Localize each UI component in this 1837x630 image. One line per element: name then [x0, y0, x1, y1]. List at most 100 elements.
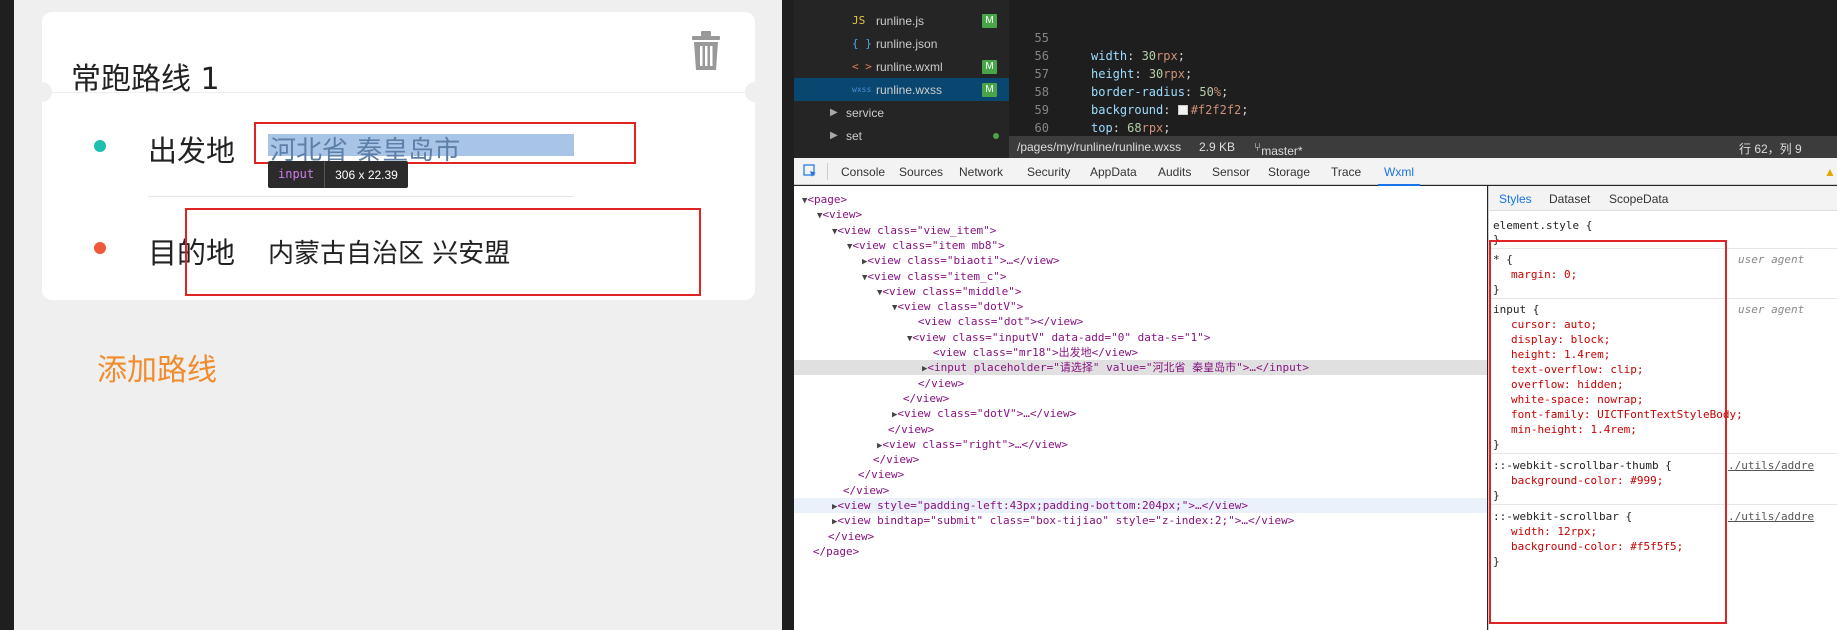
add-route-button[interactable]: 添加路线: [97, 345, 217, 389]
git-branch[interactable]: ⑂ master*: [1254, 140, 1303, 158]
tab-sensor[interactable]: Sensor: [1212, 165, 1250, 179]
inspect-element-icon[interactable]: [803, 164, 817, 178]
cursor-position: 行 62，列 9: [1739, 142, 1802, 156]
dom-node[interactable]: ▼<view>: [794, 207, 1487, 222]
annotation-box-destination: [185, 208, 701, 296]
git-status-dot: [993, 132, 999, 139]
file-item-runline-js[interactable]: JS runline.js M: [794, 9, 1009, 32]
dom-node-text: </view>: [902, 391, 950, 405]
file-item-runline-wxml[interactable]: < > runline.wxml M: [794, 55, 1009, 78]
dom-node-text: </view>: [872, 453, 920, 467]
code-line: 59 top: 68rpx;: [1009, 83, 1171, 135]
css-property: top: [1091, 121, 1113, 135]
rule-source: user agent: [1738, 303, 1805, 316]
folder-item-set[interactable]: ▶ set: [794, 124, 1009, 147]
css-unit: rpx: [1141, 121, 1164, 135]
dom-node[interactable]: ▼<view class="item_c">: [794, 269, 1487, 284]
dom-indent: [794, 208, 817, 221]
dom-node-selected[interactable]: ▶<input placeholder="请选择" value="河北省 秦皇岛…: [794, 360, 1487, 376]
dom-node[interactable]: <view class="mr18">出发地</view>: [794, 345, 1487, 360]
css-property: height: [1091, 67, 1135, 81]
code-line: 56 height: 30rpx;: [1009, 29, 1193, 81]
tab-wxml[interactable]: Wxml: [1378, 165, 1420, 186]
tab-dataset[interactable]: Dataset: [1549, 192, 1590, 206]
css-property: border-radius: [1091, 85, 1185, 99]
css-punct: ;: [1241, 103, 1249, 117]
dom-node[interactable]: ▶<view bindtap="submit" class="box-tijia…: [794, 513, 1487, 528]
dom-node-text: <view class="right">…</view>: [882, 437, 1068, 451]
dom-node[interactable]: </view>: [794, 467, 1487, 482]
annotation-box-origin: [254, 122, 636, 164]
code-line: 58 background: #f2f2f2;: [1009, 65, 1249, 117]
rule-source-link[interactable]: ./utils/addre: [1728, 458, 1814, 473]
css-property: background: [1091, 103, 1164, 117]
trash-icon[interactable]: [688, 30, 724, 72]
dom-node[interactable]: ▼<view class="inputV" data-add="0" data-…: [794, 330, 1487, 345]
code-line: 57 border-radius: 50%;: [1009, 47, 1229, 99]
origin-dot: [94, 140, 106, 152]
dom-indent: [794, 361, 922, 374]
file-name: runline.json: [876, 36, 938, 51]
rule-source-link[interactable]: ./utils/addre: [1728, 509, 1814, 524]
dom-node[interactable]: </page>: [794, 544, 1487, 559]
tooltip-size: 306 x 22.39: [335, 167, 398, 182]
dom-node[interactable]: ▶<view class="biaoti">…</view>: [794, 253, 1487, 268]
tab-trace[interactable]: Trace: [1331, 165, 1361, 179]
tab-security[interactable]: Security: [1027, 165, 1070, 179]
file-item-runline-json[interactable]: { } runline.json: [794, 32, 1009, 55]
simulator-pane: 常跑路线 1 出发地 河北省 秦皇岛市 input 306 x 22.39 目的…: [0, 0, 794, 630]
dom-node-text: <view class="biaoti">…</view>: [867, 254, 1060, 268]
color-swatch-icon: [1177, 105, 1188, 115]
tab-console[interactable]: Console: [841, 165, 885, 179]
dom-indent: [794, 438, 877, 451]
dom-node[interactable]: ▼<page>: [794, 192, 1487, 207]
dom-node[interactable]: </view>: [794, 529, 1487, 544]
dom-node[interactable]: </view>: [794, 452, 1487, 467]
dom-node-text: <view bindtap="submit" class="box-tijiao…: [837, 514, 1295, 528]
file-size: 2.9 KB: [1199, 140, 1236, 154]
styles-tabs: Styles Dataset ScopeData: [1489, 186, 1837, 211]
folder-name: set: [846, 128, 863, 143]
folder-item-service[interactable]: ▶ service: [794, 101, 1009, 124]
dom-indent: [794, 285, 877, 298]
dom-indent: [794, 423, 877, 436]
chevron-right-icon: ▶: [830, 130, 838, 141]
code-editor[interactable]: 55 width: 30rpx; 56 height: 30rpx; 57 bo…: [1009, 0, 1837, 153]
wxml-tree[interactable]: ▼<page> ▼<view> ▼<view class="view_item"> ▼…: [794, 186, 1487, 630]
tab-storage[interactable]: Storage: [1268, 165, 1310, 179]
tab-styles[interactable]: Styles: [1499, 192, 1532, 206]
dom-node[interactable]: ▶<view style="padding-left:43px;padding-…: [794, 498, 1487, 513]
dom-node[interactable]: </view>: [794, 391, 1487, 406]
tab-network[interactable]: Network: [959, 165, 1003, 179]
dom-node[interactable]: ▼<view class="middle">: [794, 284, 1487, 299]
dom-node[interactable]: <view class="dot"></view>: [794, 314, 1487, 329]
dom-indent: [794, 530, 817, 543]
tab-separator: [827, 163, 828, 180]
modified-badge: M: [982, 59, 997, 74]
file-name: runline.wxss: [876, 82, 943, 97]
dom-node[interactable]: </view>: [794, 376, 1487, 391]
card-divider: [42, 92, 755, 93]
dom-indent: [794, 346, 922, 359]
dom-node[interactable]: ▼<view class="view_item">: [794, 223, 1487, 238]
file-name: runline.wxml: [876, 59, 943, 74]
dom-node[interactable]: ▶<view class="right">…</view>: [794, 437, 1487, 452]
tab-appdata[interactable]: AppData: [1090, 165, 1137, 179]
tab-sources[interactable]: Sources: [899, 165, 943, 179]
dom-node[interactable]: ▼<view class="item mb8">: [794, 238, 1487, 253]
dom-node[interactable]: ▼<view class="dotV">: [794, 299, 1487, 314]
dom-node[interactable]: </view>: [794, 422, 1487, 437]
file-item-runline-wxss[interactable]: wxss runline.wxss M: [794, 78, 1009, 101]
warning-icon[interactable]: ▲: [1824, 165, 1836, 179]
tab-audits[interactable]: Audits: [1158, 165, 1191, 179]
tab-scopedata[interactable]: ScopeData: [1609, 192, 1668, 206]
dom-node[interactable]: ▶<view class="dotV">…</view>: [794, 406, 1487, 421]
dom-node-text: </page>: [812, 544, 860, 558]
dom-node[interactable]: </view>: [794, 483, 1487, 498]
